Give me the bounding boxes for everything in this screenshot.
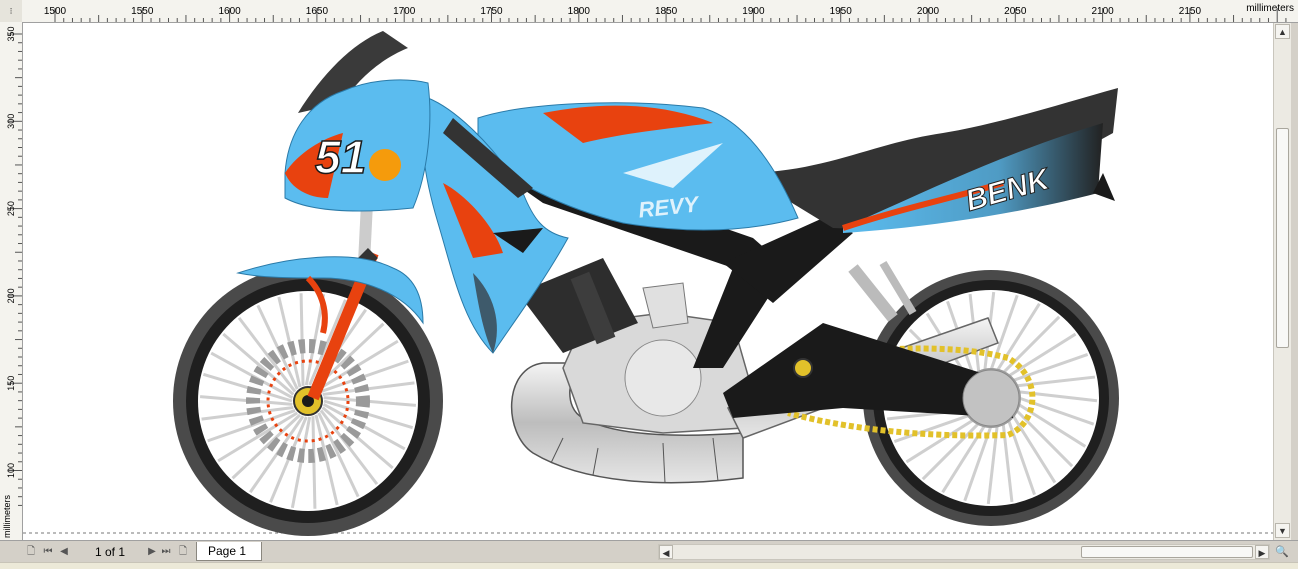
vertical-scroll-thumb[interactable] [1276,128,1289,348]
ruler-label: 100 [6,463,16,478]
ruler-label: 1750 [480,6,503,17]
ruler-label: 1900 [742,6,765,17]
ruler-unit-label: millimeters [1246,3,1294,14]
ruler-label: 1600 [218,6,241,17]
horizontal-ruler-ticks: 1500 1550 1600 1650 1700 1750 1800 1850 1900 1950… [44,6,1287,22]
race-number: 51 [315,131,366,183]
front-cowl[interactable]: 51 [284,31,431,212]
horizontal-scroll-thumb[interactable] [1081,546,1253,558]
scroll-right-icon[interactable]: ▶ [1255,545,1269,559]
ruler-label: 1850 [655,6,678,17]
ruler-label: 200 [6,288,16,303]
ruler-label: 1650 [306,6,329,17]
ruler-label: 1550 [131,6,154,17]
add-page-after-icon[interactable]: 🗋 [176,544,190,560]
ruler-label: 2000 [917,6,940,17]
ruler-label: 350 [6,26,16,41]
front-wheel[interactable] [173,266,443,536]
first-page-icon[interactable]: ⏮ [42,544,54,560]
front-sprocket [793,358,813,378]
ruler-label: 1950 [830,6,853,17]
ruler-label: 2100 [1091,6,1114,17]
vertical-ruler-ticks: 350 300 250 200 150 100 [6,26,22,506]
vertical-ruler[interactable]: 350 300 250 200 150 100 millimeters [0,22,23,540]
ruler-unit-label-vertical: millimeters [2,494,12,538]
ruler-label: 250 [6,201,16,216]
add-page-icon[interactable]: 🗋 [24,544,38,560]
prev-page-icon[interactable]: ◀ [58,544,70,560]
vertical-scrollbar[interactable]: ▲ ▼ [1273,23,1291,540]
next-page-icon[interactable]: ▶ [146,544,158,560]
ruler-label: 150 [6,376,16,391]
headlight [369,149,401,181]
last-page-icon[interactable]: ⏭ [160,544,172,560]
ruler-origin-icon[interactable]: ⁝ [0,0,23,23]
motorcycle-drawing[interactable]: BENK REVY 51 [23,23,1273,540]
ruler-label: 2050 [1004,6,1027,17]
ruler-label: 2150 [1179,6,1202,17]
drawing-canvas[interactable]: BENK REVY 51 [23,23,1273,540]
scroll-down-icon[interactable]: ▼ [1275,523,1290,538]
scroll-left-icon[interactable]: ◀ [659,545,673,559]
rear-sprocket [962,369,1020,427]
scroll-up-icon[interactable]: ▲ [1275,24,1290,39]
ruler-label: 1500 [44,6,67,17]
horizontal-ruler[interactable]: 1500 1550 1600 1650 1700 1750 1800 1850 1900 1950… [22,0,1298,23]
page-tab[interactable]: Page 1 [196,542,262,561]
ruler-label: 1700 [393,6,416,17]
page-count: 1 of 1 [94,545,126,559]
horizontal-scrollbar[interactable]: ◀ ▶ [658,544,1270,560]
document-navigator: 🗋 ⏮ ◀ 1 of 1 ▶ ⏭ 🗋 Page 1 ◀ ▶ 🔍 [0,540,1298,563]
ruler-label: 300 [6,114,16,129]
zoom-icon[interactable]: 🔍 [1274,544,1290,560]
ruler-label: 1800 [568,6,591,17]
